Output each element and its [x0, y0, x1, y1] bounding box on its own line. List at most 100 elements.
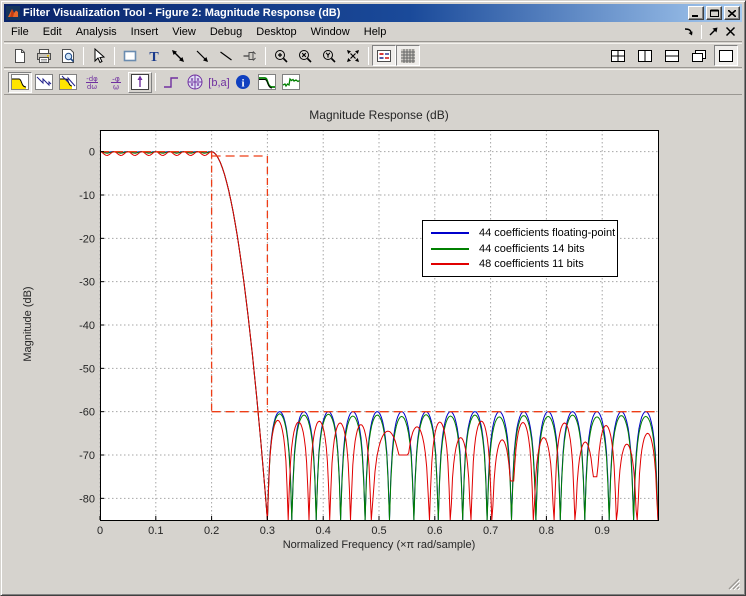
main-toolbar: T: [4, 43, 742, 68]
layout-single-button[interactable]: [714, 45, 738, 66]
legend-entry: 44 coefficients floating-point: [431, 227, 613, 239]
undock-icon[interactable]: [708, 26, 719, 37]
legend-toggle-button[interactable]: [372, 45, 396, 66]
insert-arrow-button[interactable]: [190, 45, 214, 66]
datatip-button[interactable]: [238, 45, 262, 66]
layout-quad-icon: [610, 49, 626, 63]
new-document-button[interactable]: [8, 45, 32, 66]
legend-entry: 48 coefficients 11 bits: [431, 258, 613, 270]
toolbar-separator: [155, 73, 156, 91]
magnitude-estimate-icon: [258, 74, 276, 90]
phase-response-button[interactable]: [32, 72, 56, 93]
legend-line-green: [431, 248, 469, 250]
matlab-logo-icon: [6, 6, 20, 20]
pole-zero-button[interactable]: [183, 72, 207, 93]
print-icon: [36, 48, 52, 64]
menu-file[interactable]: File: [4, 23, 36, 41]
svg-text:-30: -30: [79, 277, 95, 289]
zoom-x-button[interactable]: [293, 45, 317, 66]
legend-line-red: [431, 263, 469, 265]
toolbar-separator: [265, 47, 266, 65]
toolbar-separator: [368, 47, 369, 65]
phase-delay-icon: -φ ω: [107, 74, 125, 90]
print-button[interactable]: [32, 45, 56, 66]
filter-information-button[interactable]: i: [231, 72, 255, 93]
menu-help[interactable]: Help: [357, 23, 394, 41]
zoom-in-button[interactable]: [269, 45, 293, 66]
legend-label: 44 coefficients floating-point: [479, 227, 615, 239]
svg-text:0.3: 0.3: [260, 525, 275, 537]
edit-plot-button[interactable]: [87, 45, 111, 66]
zoom-y-icon: [321, 48, 337, 64]
menu-edit[interactable]: Edit: [36, 23, 69, 41]
group-delay-button[interactable]: -dφ dω: [80, 72, 104, 93]
text-icon: T: [146, 48, 162, 64]
print-preview-icon: [60, 48, 76, 64]
svg-text:-10: -10: [79, 190, 95, 202]
restore-view-button[interactable]: [341, 45, 365, 66]
menu-view[interactable]: View: [165, 23, 203, 41]
svg-text:-20: -20: [79, 233, 95, 245]
insert-line-button[interactable]: [214, 45, 238, 66]
magnitude-response-plot[interactable]: 00.10.20.30.40.50.60.70.80.90-10-20-30-4…: [4, 96, 742, 592]
close-icon: [728, 10, 736, 17]
magnitude-response-button[interactable]: [8, 72, 32, 93]
menu-debug[interactable]: Debug: [203, 23, 249, 41]
step-response-button[interactable]: [159, 72, 183, 93]
minimize-button[interactable]: [688, 6, 704, 20]
rectangle-icon: [122, 48, 138, 64]
insert-text-button[interactable]: T: [142, 45, 166, 66]
svg-text:0.1: 0.1: [148, 525, 163, 537]
svg-text:ω: ω: [113, 83, 119, 91]
layout-vertical-split-button[interactable]: [633, 45, 657, 66]
phase-delay-button[interactable]: -φ ω: [104, 72, 128, 93]
menu-desktop[interactable]: Desktop: [249, 23, 303, 41]
maximize-button[interactable]: [706, 6, 722, 20]
magnitude-estimate-button[interactable]: [255, 72, 279, 93]
grid-toggle-button[interactable]: [396, 45, 420, 66]
magnitude-and-phase-button[interactable]: [56, 72, 80, 93]
svg-text:T: T: [149, 50, 159, 64]
menu-dock-separator: [701, 25, 702, 39]
menu-window[interactable]: Window: [304, 23, 357, 41]
layout-cascade-button[interactable]: [687, 45, 711, 66]
menu-bar: File Edit Analysis Insert View Debug Des…: [4, 22, 742, 42]
layout-quad-button[interactable]: [606, 45, 630, 66]
menu-insert[interactable]: Insert: [124, 23, 166, 41]
x-axis-label: Normalized Frequency (×π rad/sample): [100, 539, 658, 551]
legend-line-blue: [431, 232, 469, 234]
analysis-toolbar: -dφ dω -φ ω: [4, 69, 742, 95]
close-figure-icon[interactable]: [725, 26, 736, 37]
layout-horizontal-split-icon: [664, 49, 680, 63]
minimize-icon: [692, 10, 700, 17]
impulse-response-icon: [131, 74, 149, 90]
toolbar-separator: [83, 47, 84, 65]
line-icon: [218, 48, 234, 64]
svg-text:0: 0: [97, 525, 103, 537]
double-arrow-icon: [170, 48, 186, 64]
pole-zero-icon: [186, 74, 204, 90]
noise-power-spectrum-button[interactable]: [279, 72, 303, 93]
fvtool-window: Filter Visualization Tool - Figure 2: Ma…: [0, 0, 746, 596]
layout-horizontal-split-button[interactable]: [660, 45, 684, 66]
resize-grip[interactable]: [727, 577, 740, 590]
impulse-response-button[interactable]: [128, 72, 152, 93]
legend-box[interactable]: 44 coefficients floating-point 44 coeffi…: [422, 220, 618, 277]
noise-power-spectrum-icon: [282, 74, 300, 90]
svg-text:0.7: 0.7: [483, 525, 498, 537]
dock-figure-icon[interactable]: [683, 26, 695, 38]
zoom-x-icon: [297, 48, 313, 64]
pointer-icon: [91, 48, 107, 64]
legend-label: 44 coefficients 14 bits: [479, 243, 585, 255]
print-preview-button[interactable]: [56, 45, 80, 66]
menu-analysis[interactable]: Analysis: [69, 23, 124, 41]
insert-double-arrow-button[interactable]: [166, 45, 190, 66]
title-bar[interactable]: Filter Visualization Tool - Figure 2: Ma…: [4, 4, 742, 22]
insert-rectangle-button[interactable]: [118, 45, 142, 66]
close-button[interactable]: [724, 6, 740, 20]
svg-text:-70: -70: [79, 450, 95, 462]
figure-canvas[interactable]: Magnitude Response (dB) Magnitude (dB) 0…: [4, 96, 742, 592]
new-document-icon: [12, 48, 28, 64]
filter-coefficients-button[interactable]: [b,a]: [207, 72, 231, 93]
zoom-y-button[interactable]: [317, 45, 341, 66]
